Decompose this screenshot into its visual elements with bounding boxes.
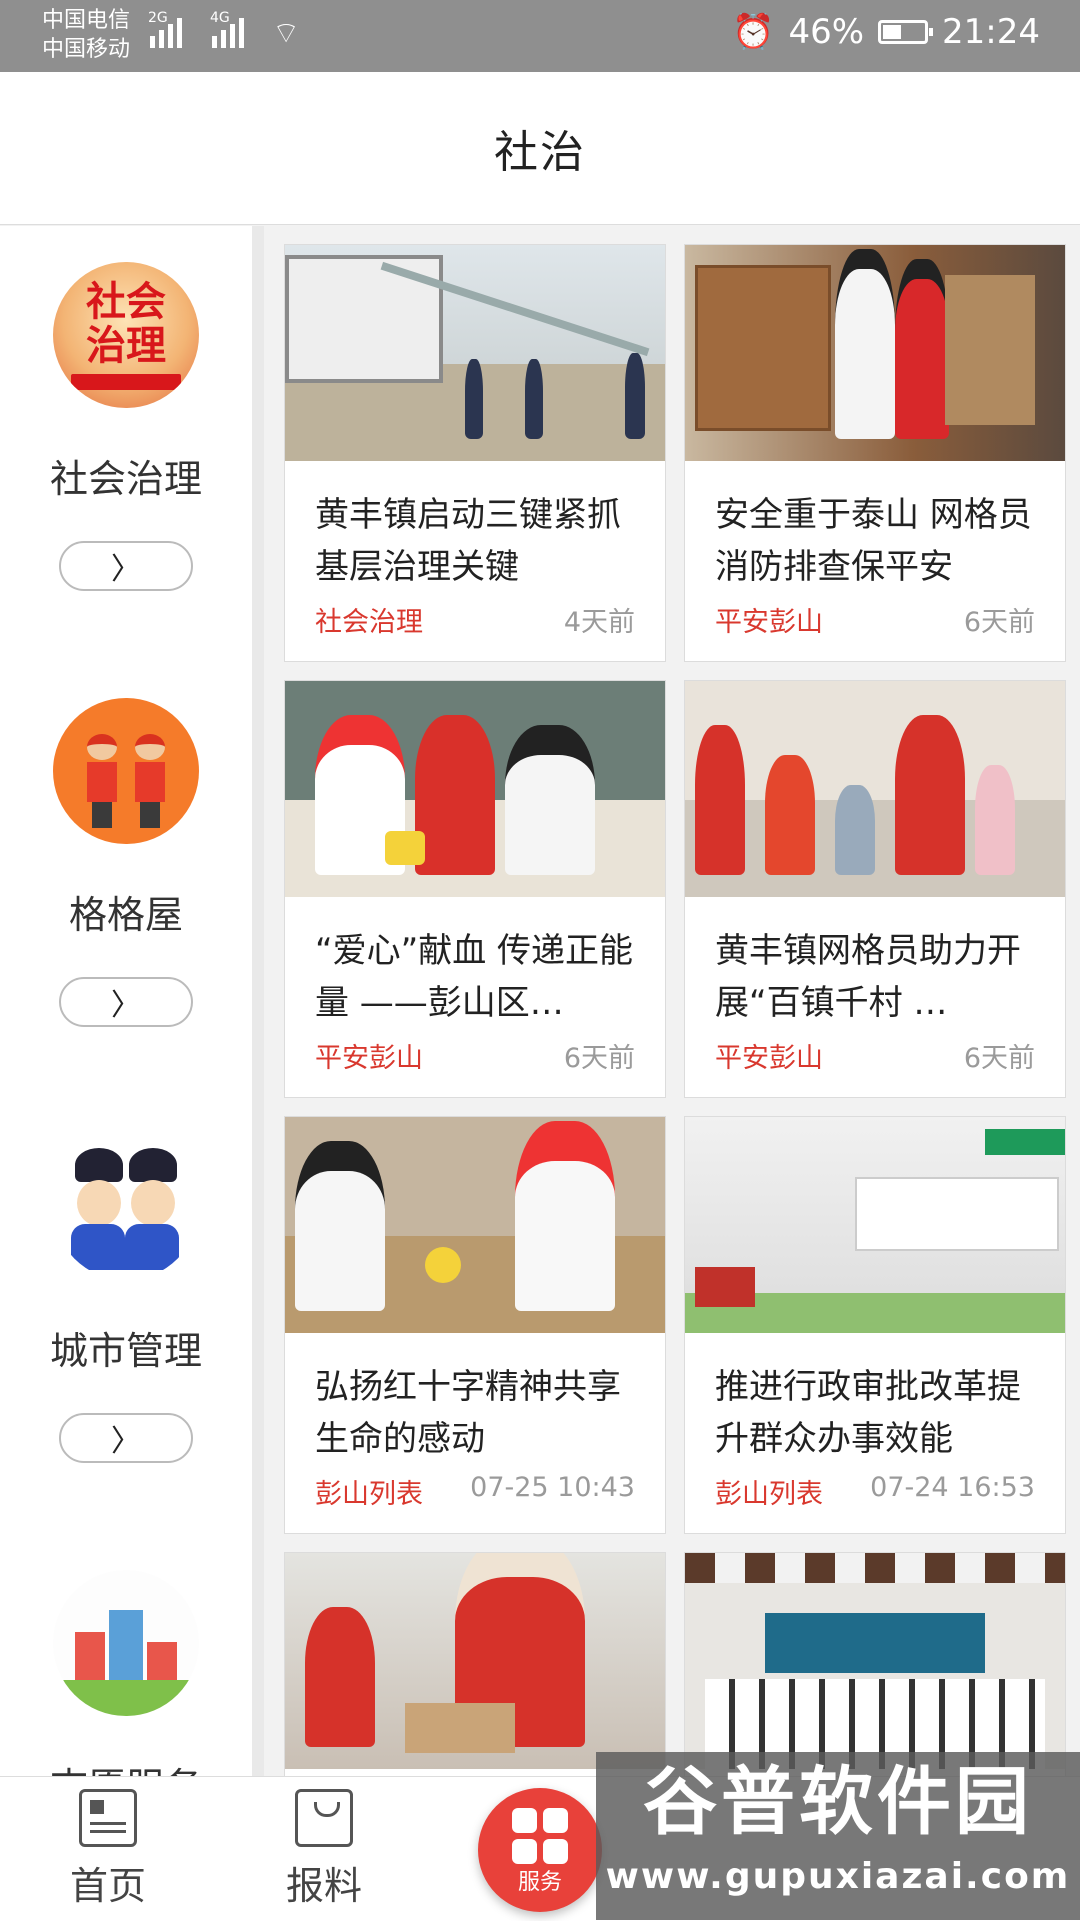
- news-time: 6天前: [963, 1043, 1035, 1074]
- watermark-url: www.gupuxiazai.com: [605, 1856, 1071, 1897]
- bag-icon: [295, 1789, 353, 1847]
- watermark-name: 谷普软件园: [643, 1759, 1033, 1845]
- news-title: 弘扬红十字精神共享生命的感动: [315, 1367, 621, 1459]
- sidebar-item-social-governance[interactable]: 社会 治理 社会治理 〉: [0, 262, 252, 591]
- news-image: [285, 681, 665, 897]
- news-source[interactable]: 平安彭山: [715, 1036, 823, 1075]
- news-meta: 彭山列表 07-24 16:53: [715, 1472, 1035, 1511]
- news-title: “爱心”献血 传递正能量 ——彭山区…: [315, 931, 634, 1023]
- news-image: [685, 681, 1065, 897]
- social-governance-logo: 社会 治理: [53, 262, 199, 408]
- signal-4g-icon: 4G: [210, 10, 244, 48]
- news-card[interactable]: 推进行政审批改革提升群众办事效能 彭山列表 07-24 16:53: [684, 1116, 1066, 1534]
- category-sidebar[interactable]: 社会 治理 社会治理 〉 格格屋 〉 城市管理 〉: [0, 226, 264, 1776]
- news-meta: 彭山列表 07-25 10:43: [315, 1472, 635, 1511]
- tab-report[interactable]: 报料: [224, 1777, 424, 1921]
- wifi-icon: ⌔: [272, 16, 301, 51]
- news-image: [685, 1117, 1065, 1333]
- news-source[interactable]: 彭山列表: [715, 1472, 823, 1511]
- battery-percent: 46%: [788, 12, 865, 52]
- clock: 21:24: [942, 12, 1040, 52]
- tab-label: 报料: [285, 1864, 362, 1908]
- battery-icon: [878, 20, 934, 44]
- grid-workers-logo: [53, 698, 199, 844]
- news-image: [285, 1553, 665, 1769]
- news-grid: 黄丰镇启动三键紧抓基层治理关键 社会治理 4天前 安全重于泰山 网格员消防排查保…: [284, 244, 1066, 1776]
- newspaper-icon: [79, 1789, 137, 1847]
- chevron-right-button[interactable]: 〉: [59, 977, 193, 1027]
- news-card[interactable]: 安全重于泰山 网格员消防排查保平安 平安彭山 6天前: [684, 244, 1066, 662]
- chevron-right-icon: 〉: [111, 988, 141, 1023]
- chevron-right-button[interactable]: 〉: [59, 541, 193, 591]
- chevron-right-icon: 〉: [111, 1424, 141, 1459]
- sidebar-item-label: 志愿服务: [0, 1756, 252, 1776]
- news-title: 推进行政审批改革提升群众办事效能: [715, 1367, 1021, 1459]
- news-time: 07-25 10:43: [470, 1472, 635, 1503]
- news-card[interactable]: [684, 1552, 1066, 1776]
- service-button[interactable]: 服务: [478, 1788, 602, 1912]
- news-time: 07-24 16:53: [870, 1472, 1035, 1503]
- network-type-2g: 2G: [148, 10, 168, 26]
- news-image: [685, 1553, 1065, 1769]
- sidebar-item-grid-house[interactable]: 格格屋 〉: [0, 698, 252, 1027]
- sidebar-item-volunteer-service[interactable]: 志愿服务: [0, 1570, 252, 1776]
- news-meta: 平安彭山 6天前: [715, 1036, 1035, 1075]
- carrier-2: 中国移动: [42, 37, 131, 62]
- carrier-names: 中国电信 中国移动: [42, 6, 130, 64]
- news-card[interactable]: [284, 1552, 666, 1776]
- city-management-logo: [53, 1134, 199, 1280]
- news-card[interactable]: 黄丰镇启动三键紧抓基层治理关键 社会治理 4天前: [284, 244, 666, 662]
- sidebar-item-label: 城市管理: [49, 1329, 202, 1373]
- news-source[interactable]: 平安彭山: [715, 600, 823, 639]
- status-right: ⏰ 46% 21:24: [732, 12, 1040, 52]
- tab-home[interactable]: 首页: [8, 1777, 208, 1921]
- chevron-right-button[interactable]: 〉: [59, 1413, 193, 1463]
- news-source[interactable]: 社会治理: [315, 600, 423, 639]
- news-title: 黄丰镇网格员助力开展“百镇千村 …: [715, 931, 1021, 1023]
- news-source[interactable]: 平安彭山: [315, 1036, 423, 1075]
- carrier-1: 中国电信: [42, 8, 131, 33]
- grid-icon: [512, 1808, 568, 1864]
- signal-2g-icon: 2G: [148, 10, 182, 48]
- news-title: 黄丰镇启动三键紧抓基层治理关键: [315, 495, 621, 587]
- news-image: [285, 245, 665, 461]
- news-card[interactable]: 弘扬红十字精神共享生命的感动 彭山列表 07-25 10:43: [284, 1116, 666, 1534]
- news-meta: 社会治理 4天前: [315, 600, 635, 639]
- news-image: [685, 245, 1065, 461]
- sidebar-item-label: 社会治理: [49, 457, 202, 501]
- tab-label: 首页: [69, 1864, 146, 1908]
- alarm-icon: ⏰: [732, 12, 775, 52]
- page-header: 社治: [0, 72, 1080, 225]
- volunteer-service-logo: [53, 1570, 199, 1716]
- sidebar-item-label: 格格屋: [68, 893, 183, 937]
- network-type-4g: 4G: [210, 10, 230, 26]
- news-image: [285, 1117, 665, 1333]
- news-source[interactable]: 彭山列表: [315, 1472, 423, 1511]
- news-time: 4天前: [563, 607, 635, 638]
- news-meta: 平安彭山 6天前: [715, 600, 1035, 639]
- news-meta: 平安彭山 6天前: [315, 1036, 635, 1075]
- news-time: 6天前: [563, 1043, 635, 1074]
- chevron-right-icon: 〉: [111, 552, 141, 587]
- status-bar: 中国电信 中国移动 2G 4G ⌔ ⏰ 46% 21:24: [0, 0, 1080, 72]
- page-title: 社治: [494, 127, 586, 178]
- sidebar-item-city-management[interactable]: 城市管理 〉: [0, 1134, 252, 1463]
- watermark: 谷普软件园 www.gupuxiazai.com: [596, 1752, 1080, 1920]
- service-label: 服务: [517, 1870, 562, 1895]
- news-time: 6天前: [963, 607, 1035, 638]
- news-card[interactable]: “爱心”献血 传递正能量 ——彭山区… 平安彭山 6天前: [284, 680, 666, 1098]
- news-card[interactable]: 黄丰镇网格员助力开展“百镇千村 … 平安彭山 6天前: [684, 680, 1066, 1098]
- news-title: 安全重于泰山 网格员消防排查保平安: [715, 495, 1032, 587]
